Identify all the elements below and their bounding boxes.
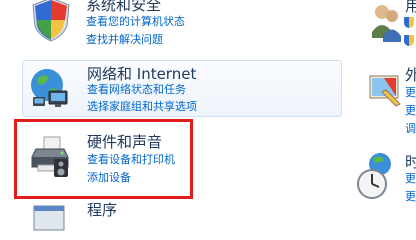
link-check-computer-status[interactable]: 查看您的计算机状态: [86, 15, 185, 29]
shield-small-icon: [404, 35, 414, 46]
globe-network-icon: [31, 69, 68, 107]
category-network-internet[interactable]: 网络和 Internet 查看网络状态和任务 选择家庭组和共享选项: [22, 60, 342, 117]
red-highlight-box: [14, 119, 193, 199]
link-troubleshoot[interactable]: 查找并解决问题: [86, 33, 163, 47]
right-link-3b[interactable]: 更: [405, 190, 416, 204]
right-link-2c[interactable]: 调: [405, 122, 416, 136]
clock-globe-icon: [357, 153, 391, 199]
right-link-2a[interactable]: 更: [405, 86, 416, 100]
right-link-3a[interactable]: 更: [405, 172, 416, 186]
right-title-1[interactable]: 用: [405, 0, 416, 15]
category-title-programs[interactable]: 程序: [87, 201, 117, 219]
right-link-2b[interactable]: 更: [405, 104, 416, 118]
right-title-2[interactable]: 外: [405, 66, 416, 84]
programs-icon: [33, 205, 65, 231]
category-title-system-security[interactable]: 系统和安全: [86, 0, 161, 14]
appearance-icon: [369, 75, 401, 107]
link-network-status[interactable]: 查看网络状态和任务: [87, 83, 186, 97]
right-category-column: 用 外 更 更 调 时 更 更: [357, 0, 416, 220]
link-homegroup-sharing[interactable]: 选择家庭组和共享选项: [87, 100, 197, 114]
shield-icon: [32, 0, 70, 42]
user-accounts-icon: [372, 5, 401, 42]
shield-small-icon: [404, 17, 414, 28]
right-title-3[interactable]: 时: [405, 153, 416, 171]
category-title-network-internet[interactable]: 网络和 Internet: [87, 65, 196, 83]
